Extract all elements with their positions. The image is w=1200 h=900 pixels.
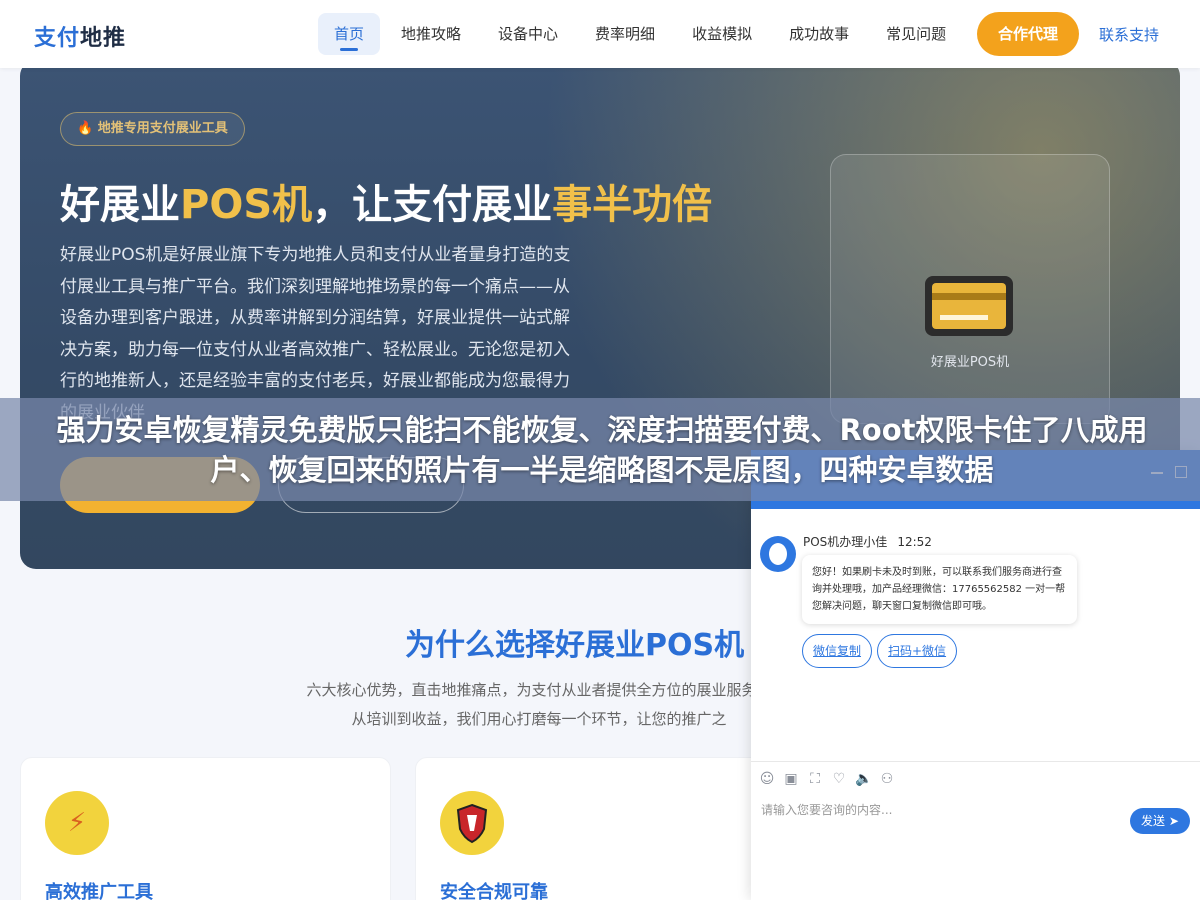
overlay-banner: 强力安卓恢复精灵免费版只能扫不能恢复、深度扫描要付费、Root权限卡住了八成用户… (0, 398, 1200, 501)
hero-title-part1: 好展业 (60, 182, 180, 228)
emoji-icon[interactable]: ☺ (759, 771, 775, 787)
contact-support-link[interactable]: 联系支持 (1099, 24, 1159, 45)
nav-item-guide[interactable]: 地推攻略 (385, 13, 477, 55)
nav-item-devices[interactable]: 设备中心 (482, 13, 574, 55)
feature-card: ⚡ 高效推广工具 (20, 757, 391, 900)
chat-divider (751, 761, 1200, 762)
rating-icon[interactable]: ♡ (831, 771, 847, 787)
hero-tag: 🔥 地推专用支付展业工具 (60, 112, 245, 146)
transfer-icon[interactable]: ⚇ (879, 771, 895, 787)
device-label: 好展业POS机 (930, 355, 1010, 370)
chat-message-bubble: 您好！如果刷卡未及时到账，可以联系我们服务商进行查询并处理哦，加产品经理微信：1… (802, 555, 1077, 624)
image-icon[interactable]: ▣ (783, 771, 799, 787)
sound-icon[interactable]: 🔈 (855, 771, 872, 787)
site-header: 支付地推 首页 地推攻略 设备中心 费率明细 收益模拟 成功故事 常见问题 合作… (0, 0, 1200, 68)
nav-item-home[interactable]: 首页 (318, 13, 381, 55)
nav-item-earnings[interactable]: 收益模拟 (676, 13, 768, 55)
agent-avatar (760, 536, 796, 572)
screenshot-icon[interactable]: ⛶ (807, 771, 823, 787)
chat-sender-line: POS机办理小佳 12:52 (803, 533, 932, 550)
chat-message-time: 12:52 (897, 535, 932, 549)
overlay-banner-text: 强力安卓恢复精灵免费版只能扫不能恢复、深度扫描要付费、Root权限卡住了八成用户… (56, 413, 1148, 487)
nav-item-stories[interactable]: 成功故事 (773, 13, 865, 55)
chat-toolbar: ☺ ▣ ⛶ ♡ 🔈 ⚇ (759, 771, 903, 787)
scan-wechat-chip[interactable]: 扫码+微信 (877, 634, 958, 668)
lightning-icon: ⚡ (45, 791, 109, 855)
logo-text-part1: 支付 (34, 26, 81, 51)
main-nav: 首页 地推攻略 设备中心 费率明细 收益模拟 成功故事 常见问题 (318, 13, 967, 55)
send-arrow-icon: ➤ (1168, 814, 1179, 828)
hero-title-part2: POS机 (180, 182, 313, 228)
hero-title-part3: ，让支付展业 (312, 182, 553, 228)
feature-card: 安全合规可靠 (415, 757, 786, 900)
feature-title: 安全合规可靠 (440, 882, 548, 900)
chat-input[interactable]: 请输入您要咨询的内容... (761, 801, 892, 818)
send-label: 发送 (1141, 814, 1166, 828)
feature-title: 高效推广工具 (45, 882, 153, 900)
site-logo[interactable]: 支付地推 (34, 20, 126, 52)
section-title: 为什么选择好展业POS机 (405, 628, 745, 663)
hero-title: 好展业POS机，让支付展业事半功倍 (60, 172, 712, 230)
send-button[interactable]: 发送 ➤ (1130, 808, 1190, 834)
chat-sender-name: POS机办理小佳 (803, 535, 888, 549)
chat-widget: POS机办理小佳 12:52 您好！如果刷卡未及时到账，可以联系我们服务商进行查询… (751, 450, 1200, 900)
nav-item-rates[interactable]: 费率明细 (579, 13, 671, 55)
partner-agent-button[interactable]: 合作代理 (977, 12, 1079, 56)
copy-wechat-chip[interactable]: 微信复制 (802, 634, 873, 668)
section-description: 六大核心优势，直击地推痛点，为支付从业者提供全方位的展业服务，从培训到收益，我们… (306, 681, 772, 728)
hero-title-part4: 事半功倍 (552, 182, 713, 228)
device-card: 好展业POS机 (830, 154, 1110, 424)
credit-card-icon (925, 276, 1013, 336)
shield-icon (440, 791, 504, 855)
nav-item-faq[interactable]: 常见问题 (870, 13, 962, 55)
logo-text-part2: 地推 (80, 26, 127, 51)
